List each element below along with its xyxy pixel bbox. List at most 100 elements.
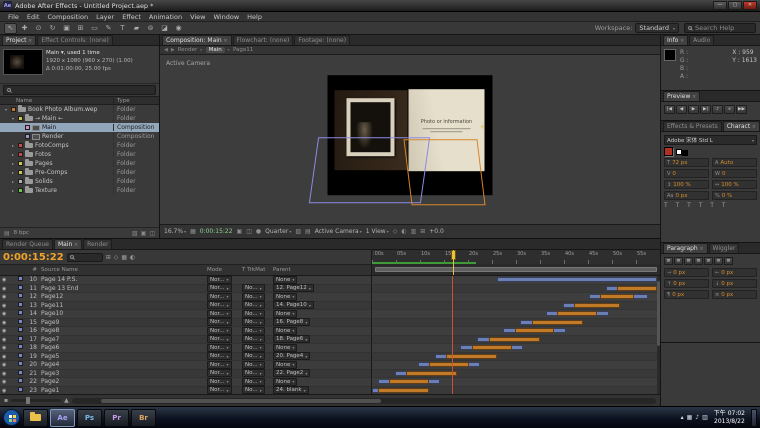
- type-tool-icon[interactable]: T: [116, 23, 129, 34]
- menu-file[interactable]: File: [4, 13, 23, 21]
- search-help-input[interactable]: Search Help: [684, 23, 756, 33]
- label-swatch[interactable]: [18, 152, 23, 157]
- trkmat-select[interactable]: No...: [242, 386, 265, 394]
- layer-name[interactable]: Page2: [39, 378, 151, 385]
- pen-tool-icon[interactable]: ✎: [102, 23, 115, 34]
- parent-select[interactable]: None: [273, 344, 297, 352]
- preview-tab-preview[interactable]: Preview: [663, 91, 700, 101]
- zoom-tool-icon[interactable]: ⊙: [32, 23, 45, 34]
- pan-behind-tool-icon[interactable]: ⊞: [74, 23, 87, 34]
- layer-duration-bar[interactable]: [472, 345, 512, 350]
- layer-color-swatch[interactable]: [18, 276, 23, 281]
- close-button[interactable]: ✕: [743, 1, 757, 10]
- parent-select[interactable]: None: [273, 361, 297, 369]
- character-field[interactable]: AAuto: [712, 158, 757, 167]
- project-tab-project[interactable]: Project: [2, 35, 36, 45]
- character-field[interactable]: ↕100 %: [664, 180, 709, 189]
- layer-track[interactable]: [372, 319, 657, 328]
- video-eye-icon[interactable]: ◉: [2, 311, 6, 317]
- back-arrow-icon[interactable]: ◀: [164, 47, 168, 53]
- parent-select[interactable]: None: [273, 276, 297, 284]
- layer-row[interactable]: ◉13Page11Nor...No...14. Page10: [0, 302, 657, 311]
- layer-color-swatch[interactable]: [18, 344, 23, 349]
- layer-duration-bar[interactable]: [429, 362, 469, 367]
- bridge-taskbar-button[interactable]: Br: [131, 409, 156, 427]
- column-type[interactable]: Type: [113, 98, 159, 104]
- timeline-search-input[interactable]: [67, 253, 103, 262]
- parent-select[interactable]: None: [273, 310, 297, 318]
- menu-window[interactable]: Window: [210, 13, 244, 21]
- layer-row[interactable]: ◉23Page1Nor...No...24. blank: [0, 387, 657, 395]
- layer-row[interactable]: ◉15Page9Nor...No...16. Page8: [0, 319, 657, 328]
- zoom-out-icon[interactable]: ▪: [4, 397, 8, 404]
- layer-track[interactable]: [372, 276, 657, 285]
- paragraph-tab-wiggler[interactable]: Wiggler: [709, 243, 740, 253]
- column-name[interactable]: Name: [0, 98, 113, 104]
- layer-track[interactable]: [372, 302, 657, 311]
- breadcrumb-page11[interactable]: Page11: [233, 47, 253, 53]
- layer-duration-bar[interactable]: [378, 388, 429, 393]
- label-swatch[interactable]: [25, 134, 30, 139]
- trkmat-select[interactable]: No...: [242, 284, 265, 292]
- label-swatch[interactable]: [18, 170, 23, 175]
- show-snapshot-icon[interactable]: ◫: [246, 228, 252, 235]
- mode-select[interactable]: Nor...: [207, 284, 232, 292]
- loop-toggle-button[interactable]: ∞: [724, 105, 735, 114]
- mode-select[interactable]: Nor...: [207, 369, 232, 377]
- hide-shy-layers-icon[interactable]: ▦: [121, 254, 127, 261]
- layer-name[interactable]: Page8: [39, 327, 151, 334]
- camera-tool-icon[interactable]: ▣: [60, 23, 73, 34]
- twirl-icon[interactable]: ▾: [10, 116, 16, 121]
- timeline-ruler-area[interactable]: :00s05s10s15s20s25s30s35s40s45s50s55s: [372, 250, 660, 275]
- camera-select[interactable]: Active Camera: [315, 228, 362, 235]
- parent-select[interactable]: 16. Page8: [273, 318, 310, 326]
- project-item[interactable]: RenderComposition: [0, 132, 159, 141]
- layer-row[interactable]: ◉20Page4Nor...No...None: [0, 361, 657, 370]
- project-item[interactable]: ▾Book Photo Album.wepFolder: [0, 105, 159, 114]
- character-field[interactable]: %0 %: [712, 191, 757, 200]
- layer-duration-bar[interactable]: [489, 337, 540, 342]
- previous-frame-button[interactable]: ◀: [676, 105, 687, 114]
- parent-select[interactable]: 24. blank: [273, 386, 309, 394]
- layer-track[interactable]: [372, 378, 657, 387]
- character-field[interactable]: ↔100 %: [712, 180, 757, 189]
- align-button[interactable]: [704, 257, 713, 265]
- label-swatch[interactable]: [18, 116, 23, 121]
- column-number[interactable]: #: [26, 267, 39, 273]
- mode-select[interactable]: Nor...: [207, 310, 232, 318]
- magnification-select[interactable]: 16.7%: [164, 228, 186, 235]
- snapshot-icon[interactable]: ▣: [237, 228, 243, 235]
- layer-color-swatch[interactable]: [18, 353, 23, 358]
- clone-stamp-tool-icon[interactable]: ⊚: [144, 23, 157, 34]
- align-button[interactable]: [694, 257, 703, 265]
- parent-select[interactable]: 12. Page12: [273, 284, 314, 292]
- play-button[interactable]: ▶: [688, 105, 699, 114]
- layer-row[interactable]: ◉19Page5Nor...No...20. Page4: [0, 353, 657, 362]
- project-item[interactable]: ▸Pre-CompsFolder: [0, 168, 159, 177]
- new-folder-icon[interactable]: ▧: [132, 230, 138, 237]
- label-swatch[interactable]: [18, 143, 23, 148]
- trkmat-select[interactable]: No...: [242, 301, 265, 309]
- character-field[interactable]: W0: [712, 169, 757, 178]
- eraser-tool-icon[interactable]: ◪: [158, 23, 171, 34]
- flowchart-button-icon[interactable]: ⊞: [420, 228, 425, 235]
- layer-track[interactable]: [372, 327, 657, 336]
- video-eye-icon[interactable]: ◉: [2, 362, 6, 368]
- breadcrumb-main[interactable]: Main: [206, 47, 225, 53]
- maximize-button[interactable]: ▢: [728, 1, 742, 10]
- layer-name[interactable]: Page3: [39, 370, 151, 377]
- video-eye-icon[interactable]: ◉: [2, 388, 6, 394]
- character-tab-charact[interactable]: Charact: [723, 121, 760, 131]
- menu-view[interactable]: View: [186, 13, 209, 21]
- paragraph-field[interactable]: ≡0 px: [712, 290, 757, 299]
- mode-select[interactable]: Nor...: [207, 276, 232, 284]
- paragraph-field[interactable]: ¶0 px: [664, 290, 709, 299]
- show-desktop-button[interactable]: [751, 409, 757, 427]
- pixel-aspect-icon[interactable]: ◇: [393, 228, 398, 235]
- column-mode[interactable]: Mode: [207, 267, 242, 273]
- layer-name[interactable]: Page 14 P.S.: [39, 276, 151, 283]
- viewer-tab-composition-main[interactable]: Composition: Main: [162, 35, 232, 45]
- layer-name[interactable]: Page5: [39, 353, 151, 360]
- layer-row[interactable]: ◉17Page7Nor...No...18. Page6: [0, 336, 657, 345]
- audio-toggle-button[interactable]: ♪: [712, 105, 723, 114]
